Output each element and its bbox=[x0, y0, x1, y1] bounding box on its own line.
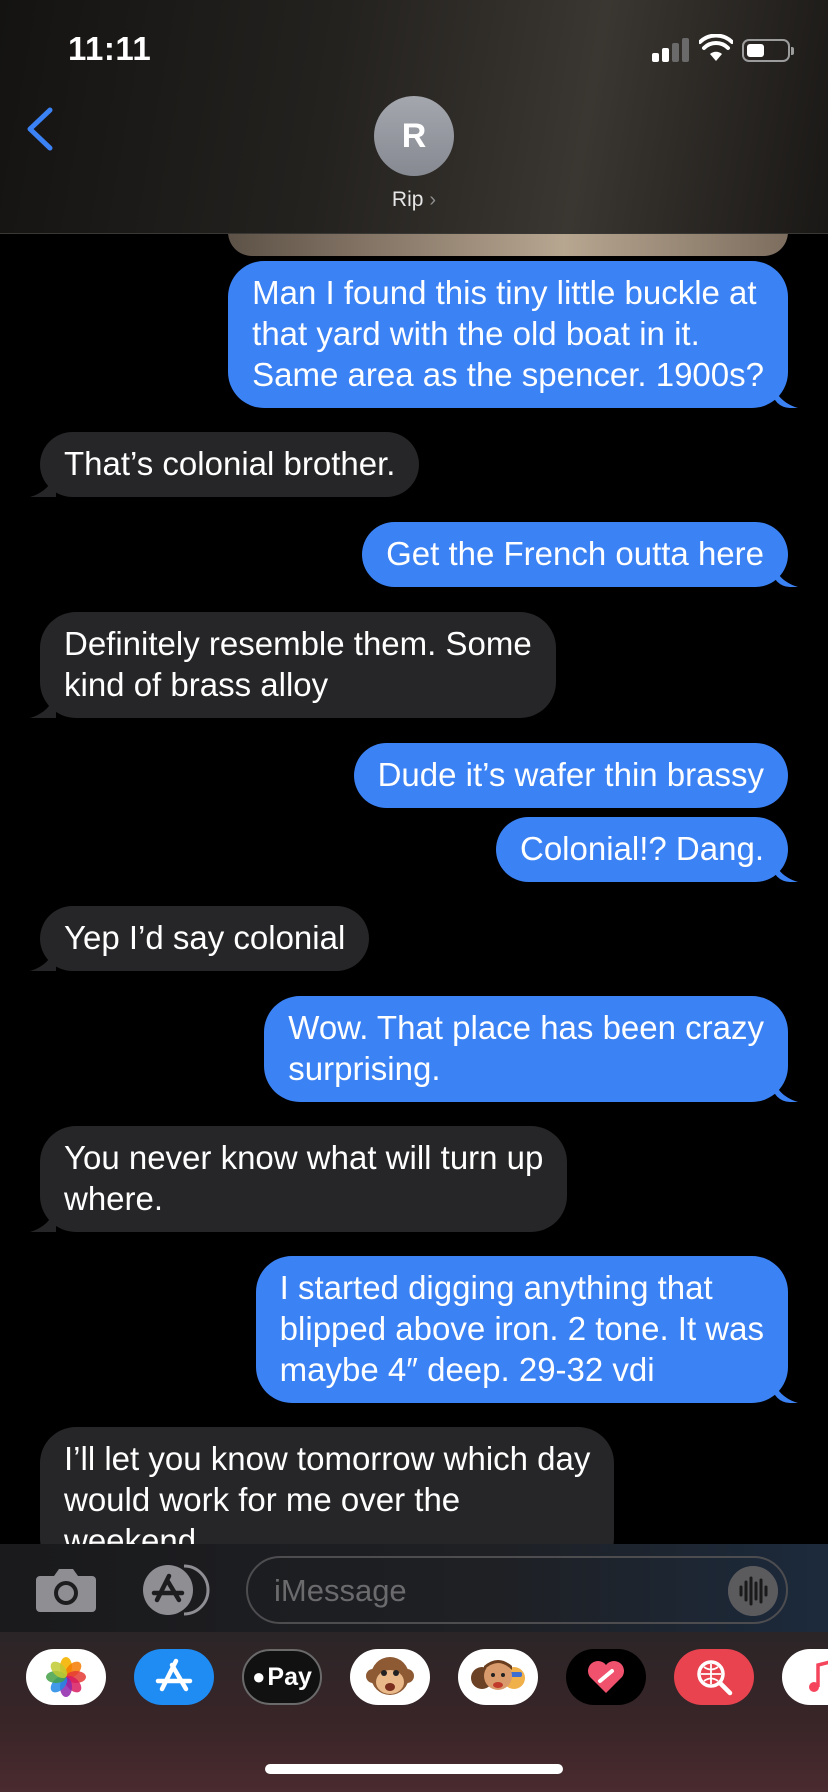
message-line: Colonial!? Dang. bbox=[520, 830, 764, 867]
photos-icon[interactable] bbox=[26, 1649, 106, 1705]
message-bubble[interactable]: Get the French outta here bbox=[362, 522, 788, 587]
contact-chevron-icon: › bbox=[429, 189, 437, 211]
message-line: I’ll let you know tomorrow which day bbox=[64, 1440, 591, 1477]
search-images-icon[interactable] bbox=[674, 1649, 754, 1705]
message-line: kind of brass alloy bbox=[64, 666, 329, 703]
message-line: You never know what will turn up bbox=[64, 1139, 544, 1176]
message-line: weekend bbox=[64, 1522, 197, 1544]
animoji-icon[interactable] bbox=[350, 1649, 430, 1705]
message-line: I started digging anything that bbox=[279, 1269, 713, 1306]
memoji-icon[interactable] bbox=[458, 1649, 538, 1705]
status-time: 11:11 bbox=[68, 30, 152, 67]
message-line: Wow. That place has been crazy bbox=[288, 1009, 764, 1046]
home-indicator[interactable] bbox=[265, 1764, 563, 1774]
digital-touch-icon[interactable] bbox=[566, 1649, 646, 1705]
wifi-icon bbox=[699, 34, 733, 61]
message-bubble[interactable]: I started digging anything that blipped … bbox=[255, 1256, 788, 1403]
app-store-icon[interactable] bbox=[134, 1649, 214, 1705]
message-line: Get the French outta here bbox=[386, 535, 764, 572]
message-line: blipped above iron. 2 tone. It was bbox=[279, 1310, 764, 1347]
message-line: That’s colonial brother. bbox=[64, 445, 396, 482]
message-line: Yep I’d say colonial bbox=[64, 919, 346, 956]
message-input-placeholder: iMessage bbox=[274, 1573, 407, 1608]
message-bubble[interactable]: Man I found this tiny little buckle at t… bbox=[228, 261, 788, 408]
camera-icon[interactable] bbox=[34, 1564, 98, 1614]
apple-pay-label: Pay bbox=[267, 1662, 312, 1691]
message-bubble[interactable]: That’s colonial brother. bbox=[40, 432, 420, 497]
compose-bar: iMessage bbox=[0, 1544, 828, 1632]
apple-pay-icon[interactable]: ● Pay bbox=[242, 1649, 322, 1705]
back-chevron-icon[interactable] bbox=[20, 104, 60, 154]
message-line: Definitely resemble them. Some bbox=[64, 625, 532, 662]
message-bubble[interactable]: I’ll let you know tomorrow which day wou… bbox=[40, 1427, 615, 1544]
avatar-initial: R bbox=[401, 116, 427, 155]
message-bubble[interactable]: You never know what will turn up where. bbox=[40, 1126, 568, 1232]
message-line: Same area as the spencer. 1900s? bbox=[252, 356, 764, 393]
message-line: where. bbox=[64, 1180, 164, 1217]
app-store-apps-icon[interactable] bbox=[138, 1564, 210, 1616]
music-icon[interactable] bbox=[782, 1649, 828, 1705]
message-bubble[interactable]: Yep I’d say colonial bbox=[40, 906, 370, 971]
message-bubble[interactable]: Wow. That place has been crazy surprisin… bbox=[264, 996, 788, 1102]
conversation-header: 11:11 R Rip › bbox=[0, 0, 828, 234]
cellular-signal-icon bbox=[652, 38, 690, 62]
message-bubble[interactable]: Definitely resemble them. Some kind of b… bbox=[40, 612, 556, 718]
message-line: maybe 4″ deep. 29-32 vdi bbox=[279, 1351, 655, 1388]
message-line: surprising. bbox=[288, 1050, 441, 1087]
contact-avatar[interactable]: R bbox=[374, 96, 454, 176]
message-input[interactable]: iMessage bbox=[246, 1556, 788, 1624]
photo-attachment[interactable] bbox=[228, 234, 788, 256]
message-line: that yard with the old boat in it. bbox=[252, 315, 700, 352]
message-thread[interactable]: Man I found this tiny little buckle at t… bbox=[0, 234, 828, 1544]
contact-name-button[interactable]: Rip › bbox=[0, 188, 828, 212]
message-line: would work for me over the bbox=[64, 1481, 461, 1518]
message-bubble[interactable]: Colonial!? Dang. bbox=[496, 817, 788, 882]
message-bubble[interactable]: Dude it’s wafer thin brassy bbox=[353, 743, 788, 808]
battery-icon bbox=[742, 39, 794, 62]
contact-name: Rip bbox=[391, 188, 424, 211]
message-line: Dude it’s wafer thin brassy bbox=[377, 756, 764, 793]
app-drawer: ● Pay bbox=[0, 1632, 828, 1792]
apple-logo-icon: ● bbox=[252, 1664, 266, 1689]
message-line: Man I found this tiny little buckle at bbox=[252, 274, 757, 311]
audio-message-icon[interactable] bbox=[728, 1566, 778, 1616]
